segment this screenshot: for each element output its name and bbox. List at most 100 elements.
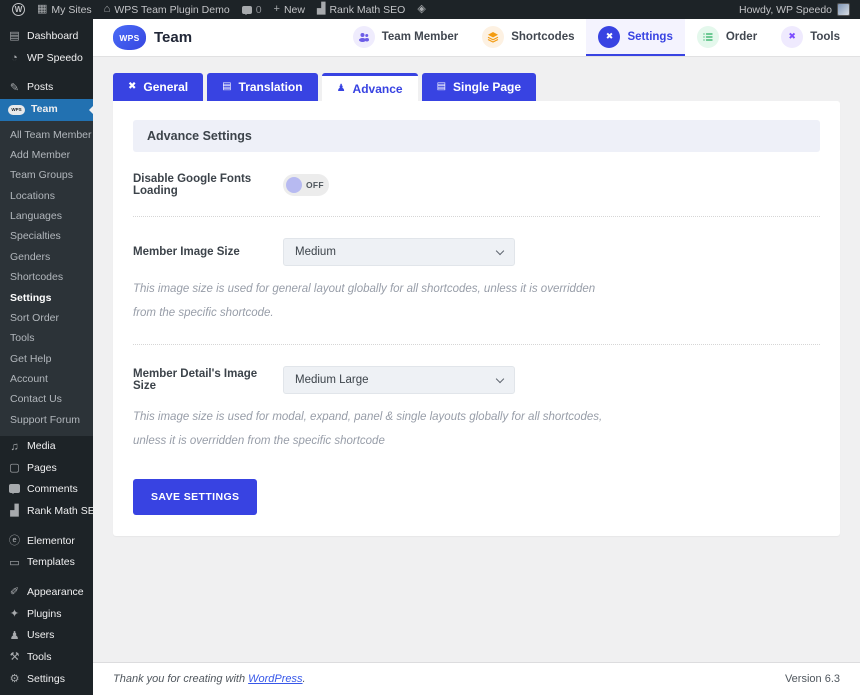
new-label: New bbox=[283, 3, 305, 16]
member-detail-image-size-row: Member Detail's Image Size Medium Large bbox=[133, 366, 820, 395]
user-icon: ♟ bbox=[9, 629, 20, 642]
save-settings-button[interactable]: SAVE SETTINGS bbox=[133, 478, 258, 515]
sidebar-separator bbox=[0, 69, 93, 77]
sidebar-item-pages[interactable]: ▢ Pages bbox=[0, 458, 93, 480]
sidebar-item-rank-math[interactable]: ▟ Rank Math SEO bbox=[0, 501, 93, 523]
my-sites-menu[interactable]: ▦ My Sites bbox=[31, 0, 98, 19]
submenu-support-forum[interactable]: Support Forum bbox=[0, 410, 93, 430]
settings-tabs: ✖ General ▤ Translation ♟ Advance ▤ Sing… bbox=[113, 73, 840, 101]
sidebar-item-appearance[interactable]: ✐ Appearance bbox=[0, 582, 93, 604]
toggle-state-label: OFF bbox=[306, 180, 324, 190]
select-value: Medium Large bbox=[295, 374, 369, 387]
submenu-team-groups[interactable]: Team Groups bbox=[0, 165, 93, 185]
tools-cross-icon: ✖ bbox=[781, 25, 804, 48]
sidebar-item-comments[interactable]: Comments bbox=[0, 479, 93, 501]
submenu-locations[interactable]: Locations bbox=[0, 186, 93, 206]
submenu-all-team-member[interactable]: All Team Member bbox=[0, 125, 93, 145]
advance-settings-card: Advance Settings Disable Google Fonts Lo… bbox=[113, 101, 840, 536]
sidebar-item-users[interactable]: ♟ Users bbox=[0, 625, 93, 647]
sidebar-item-settings[interactable]: ⚙ Settings bbox=[0, 669, 93, 691]
tab-advance-active[interactable]: ♟ Advance bbox=[321, 73, 418, 101]
user-avatar[interactable] bbox=[837, 3, 850, 16]
comment-bubble-icon bbox=[241, 5, 252, 15]
tab-single-page[interactable]: ▤ Single Page bbox=[421, 73, 537, 101]
toggle-knob bbox=[286, 177, 302, 193]
sidebar-item-media[interactable]: ♫ Media bbox=[0, 436, 93, 458]
sidebar-separator bbox=[0, 523, 93, 531]
sidebar-item-posts[interactable]: ✎ Posts bbox=[0, 77, 93, 99]
wordpress-link[interactable]: WordPress bbox=[248, 673, 302, 685]
tab-general[interactable]: ✖ General bbox=[113, 73, 204, 101]
tab-label: Single Page bbox=[453, 80, 522, 94]
nav-label: Tools bbox=[810, 30, 840, 43]
member-image-size-help: This image size is used for general layo… bbox=[133, 283, 596, 320]
wps-team-icon: WPS bbox=[8, 104, 25, 115]
submenu-sort-order[interactable]: Sort Order bbox=[0, 308, 93, 328]
sidebar-item-templates[interactable]: ▭ Templates bbox=[0, 552, 93, 574]
footer-thanks-prefix: Thank you for creating with bbox=[113, 673, 246, 685]
home-icon: ⌂ bbox=[103, 3, 111, 15]
member-image-size-select[interactable]: Medium bbox=[283, 238, 515, 266]
rank-math-label: Rank Math SEO bbox=[329, 3, 406, 16]
wp-version-label: Version 6.3 bbox=[784, 673, 840, 685]
wordpress-logo-icon: W bbox=[12, 3, 25, 16]
tab-label: Translation bbox=[238, 80, 303, 94]
nav-tools[interactable]: ✖ Tools bbox=[769, 19, 852, 56]
nav-settings-active[interactable]: ✖ Settings bbox=[586, 19, 685, 56]
submenu-tools[interactable]: Tools bbox=[0, 328, 93, 348]
submenu-settings-current[interactable]: Settings bbox=[0, 288, 93, 308]
nav-shortcodes[interactable]: Shortcodes bbox=[470, 19, 586, 56]
member-detail-image-size-help: This image size is used for modal, expan… bbox=[133, 411, 603, 448]
pages-icon: ▢ bbox=[9, 462, 20, 475]
plugin-top-nav: Team Member Shortcodes ✖ Settings Order … bbox=[341, 19, 860, 56]
submenu-account[interactable]: Account bbox=[0, 369, 93, 389]
sidebar-label: WP Speedo bbox=[27, 51, 83, 64]
member-image-size-row: Member Image Size Medium bbox=[133, 238, 820, 266]
wordpress-logo-button[interactable]: W bbox=[6, 0, 31, 19]
site-name-label: WPS Team Plugin Demo bbox=[114, 3, 230, 16]
wp-admin-sidebar: ▤ Dashboard ◔ WP Speedo ✎ Posts WPS Team… bbox=[0, 19, 93, 695]
submenu-add-member[interactable]: Add Member bbox=[0, 145, 93, 165]
comments-icon bbox=[8, 484, 21, 496]
nav-team-member[interactable]: Team Member bbox=[341, 19, 470, 56]
sidebar-label: Posts bbox=[27, 81, 54, 94]
comments-shortcut[interactable]: 0 bbox=[236, 0, 268, 19]
sidebar-item-elementor[interactable]: ⓔ Elementor bbox=[0, 531, 93, 553]
comment-count: 0 bbox=[255, 3, 262, 16]
sidebar-item-tools[interactable]: ⚒ Tools bbox=[0, 647, 93, 669]
sidebar-item-wp-mail-smtp[interactable]: ✉ WP Mail SMTP bbox=[0, 690, 93, 695]
new-content-menu[interactable]: + New bbox=[268, 0, 311, 19]
sidebar-item-dashboard[interactable]: ▤ Dashboard bbox=[0, 26, 93, 48]
submenu-languages[interactable]: Languages bbox=[0, 206, 93, 226]
admin-footer: Thank you for creating with WordPress. V… bbox=[93, 662, 860, 695]
plugin-header: WPS Team Team Member Shortcodes ✖ Settin… bbox=[93, 19, 860, 56]
member-detail-image-size-label: Member Detail's Image Size bbox=[133, 368, 258, 393]
footer-thanks-text: Thank you for creating with WordPress. bbox=[113, 673, 306, 685]
submenu-genders[interactable]: Genders bbox=[0, 247, 93, 267]
sidebar-label: Pages bbox=[27, 461, 57, 474]
sidebar-label: Templates bbox=[27, 556, 75, 569]
nav-order[interactable]: Order bbox=[685, 19, 769, 56]
howdy-label[interactable]: Howdy, WP Speedo bbox=[739, 4, 832, 16]
sidebar-item-team[interactable]: WPS Team bbox=[0, 98, 93, 121]
sidebar-item-plugins[interactable]: ✦ Plugins bbox=[0, 604, 93, 626]
plugin-brand[interactable]: WPS Team bbox=[113, 25, 192, 50]
chart-icon: ▟ bbox=[316, 3, 326, 15]
single-page-doc-icon: ▤ bbox=[436, 81, 447, 92]
dotted-divider bbox=[133, 216, 820, 217]
sidebar-label: Users bbox=[27, 629, 55, 642]
submenu-get-help[interactable]: Get Help bbox=[0, 349, 93, 369]
member-detail-image-size-select[interactable]: Medium Large bbox=[283, 366, 515, 395]
nav-label: Shortcodes bbox=[511, 30, 575, 43]
google-fonts-toggle[interactable]: OFF bbox=[283, 174, 329, 196]
litespeed-menu[interactable]: ◈ bbox=[411, 0, 431, 19]
plus-icon: + bbox=[273, 3, 280, 15]
submenu-shortcodes[interactable]: Shortcodes bbox=[0, 267, 93, 287]
rank-math-menu[interactable]: ▟ Rank Math SEO bbox=[311, 0, 411, 19]
site-name-menu[interactable]: ⌂ WPS Team Plugin Demo bbox=[98, 0, 236, 19]
tab-translation[interactable]: ▤ Translation bbox=[207, 73, 318, 101]
sidebar-item-wp-speedo[interactable]: ◔ WP Speedo bbox=[0, 48, 93, 70]
submenu-contact-us[interactable]: Contact Us bbox=[0, 389, 93, 409]
panel-heading: Advance Settings bbox=[133, 120, 820, 152]
submenu-specialties[interactable]: Specialties bbox=[0, 226, 93, 246]
